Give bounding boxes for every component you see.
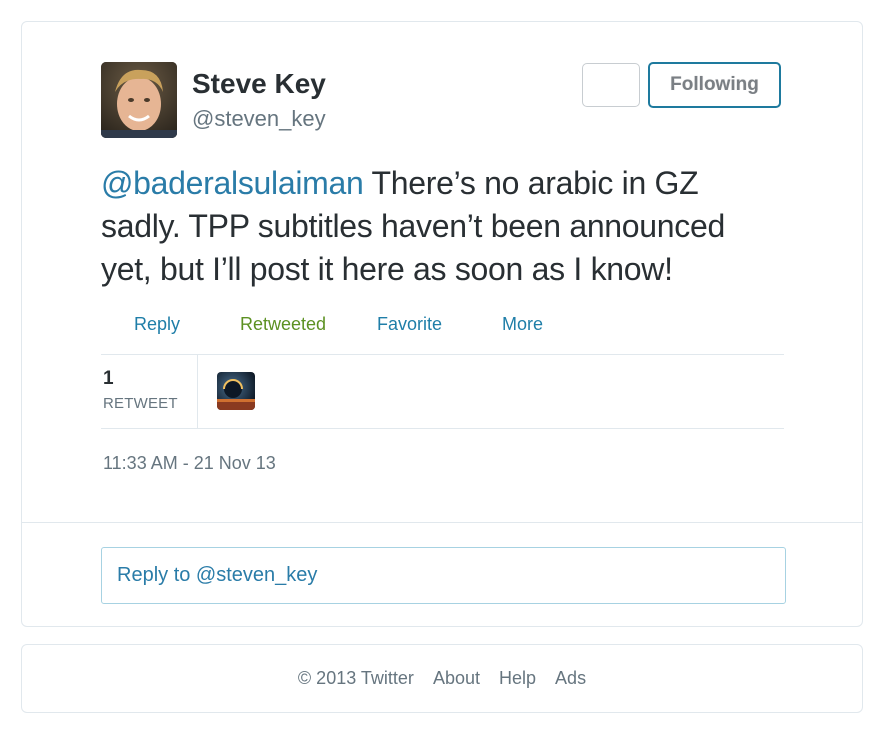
page-footer: © 2013 Twitter About Help Ads <box>21 644 863 713</box>
divider <box>101 354 784 355</box>
divider <box>101 428 784 429</box>
author-name[interactable]: Steve Key <box>192 68 326 100</box>
footer-links: © 2013 Twitter About Help Ads <box>22 645 862 712</box>
copyright-text: © 2013 Twitter <box>297 668 414 688</box>
retweeter-avatar[interactable] <box>217 372 255 410</box>
tweet-text-line2: sadly. TPP subtitles haven’t been announ… <box>101 208 725 244</box>
retweet-label[interactable]: RETWEET <box>103 395 178 412</box>
author-handle[interactable]: @steven_key <box>192 106 326 132</box>
divider <box>22 522 862 523</box>
reply-input[interactable]: Reply to @steven_key <box>101 547 786 604</box>
tweet-text-line3: yet, but I’ll post it here as soon as I … <box>101 251 673 287</box>
tweet-text-line1: There’s no arabic in GZ <box>363 165 699 201</box>
mention-link[interactable]: @baderalsulaiman <box>101 165 364 201</box>
tweet-card: Steve Key @steven_key Following @baderal… <box>21 21 863 627</box>
reply-action[interactable]: Reply <box>134 314 180 335</box>
stats-separator <box>197 355 198 428</box>
footer-link-about[interactable]: About <box>433 668 480 688</box>
footer-link-help[interactable]: Help <box>499 668 536 688</box>
author-avatar[interactable] <box>101 62 177 138</box>
favorite-action[interactable]: Favorite <box>377 314 442 335</box>
retweet-count[interactable]: 1 <box>103 368 114 390</box>
footer-link-ads[interactable]: Ads <box>555 668 586 688</box>
more-action[interactable]: More <box>502 314 543 335</box>
following-button[interactable]: Following <box>648 62 781 108</box>
retweet-action[interactable]: Retweeted <box>240 314 326 335</box>
tweet-text: @baderalsulaiman There’s no arabic in GZ… <box>101 162 801 291</box>
tweet-timestamp[interactable]: 11:33 AM - 21 Nov 13 <box>103 453 276 474</box>
user-actions-button[interactable] <box>582 63 640 107</box>
